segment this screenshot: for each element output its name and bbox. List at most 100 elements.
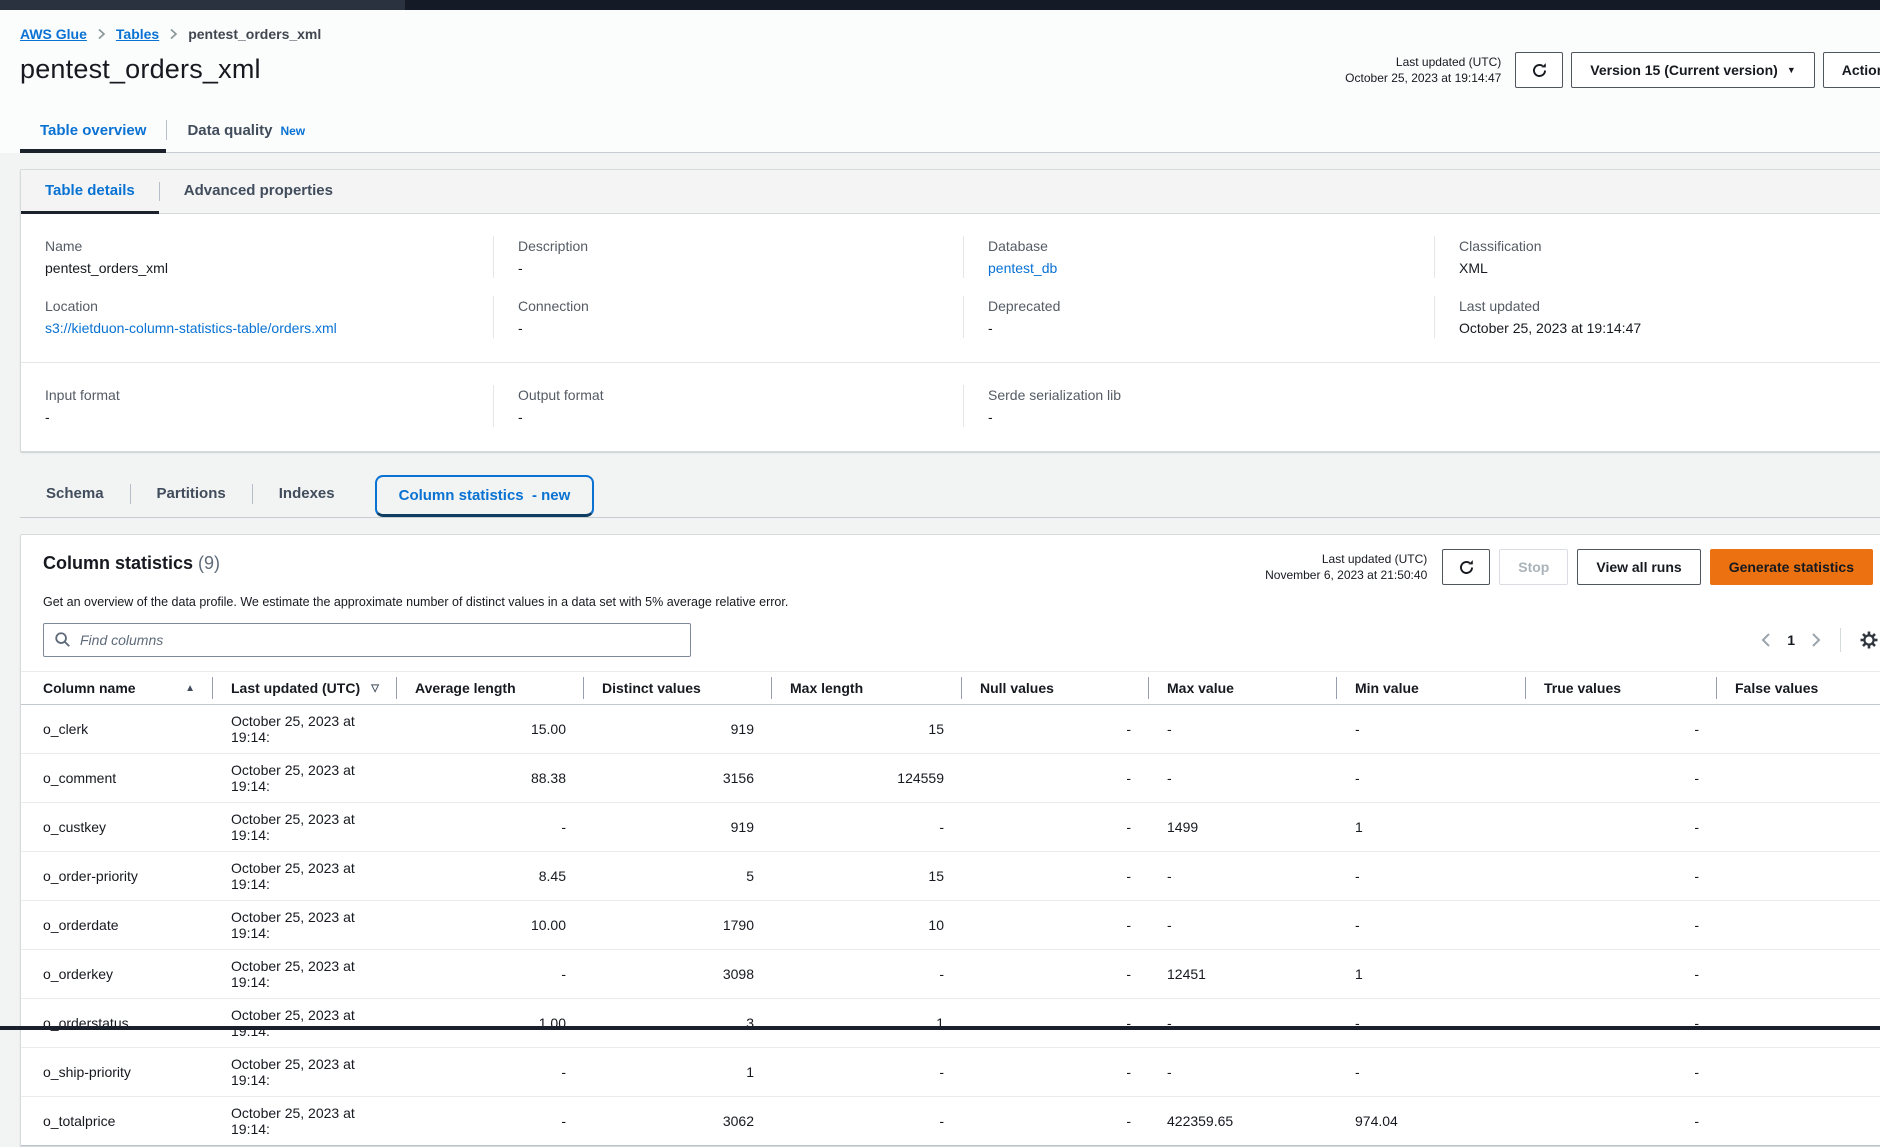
chevron-right-icon <box>97 28 106 40</box>
table-cell: - <box>1717 999 1880 1048</box>
table-cell: - <box>962 950 1149 999</box>
divider <box>21 362 1880 363</box>
tab-advanced-properties[interactable]: Advanced properties <box>160 170 357 213</box>
actions-dropdown[interactable]: Actions ▼ <box>1823 52 1880 88</box>
field-label: Input format <box>45 387 473 403</box>
search-input[interactable] <box>43 623 691 657</box>
column-header-null-values[interactable]: Null values <box>962 672 1149 705</box>
table-cell: - <box>1337 754 1526 803</box>
table-row: o_totalpriceOctober 25, 2023 at 19:14:-3… <box>21 1097 1880 1146</box>
tab-indexes[interactable]: Indexes <box>253 485 361 502</box>
stats-header: Column statistics (9) Last updated (UTC)… <box>21 553 1880 593</box>
table-cell: - <box>1337 999 1526 1048</box>
column-header-true-values[interactable]: True values <box>1526 672 1717 705</box>
tab-partitions[interactable]: Partitions <box>131 485 252 502</box>
table-cell: 124559 <box>772 754 962 803</box>
field-classification: Classification XML <box>1434 236 1880 278</box>
refresh-button[interactable] <box>1442 549 1490 585</box>
column-statistics-card: Column statistics (9) Last updated (UTC)… <box>20 534 1880 1147</box>
table-cell: - <box>1149 705 1337 754</box>
table-cell: - <box>397 950 584 999</box>
field-value: - <box>518 320 943 336</box>
column-header-false-values[interactable]: False values <box>1717 672 1880 705</box>
table-cell: 1790 <box>584 901 772 950</box>
column-header-max-value[interactable]: Max value <box>1149 672 1337 705</box>
field-location: Location s3://kietduon-column-statistics… <box>21 296 493 338</box>
tab-data-quality[interactable]: Data quality New <box>167 112 325 152</box>
table-cell: - <box>397 803 584 852</box>
stats-description: Get an overview of the data profile. We … <box>21 595 1880 609</box>
table-cell: 919 <box>584 705 772 754</box>
table-cell: 88.38 <box>397 754 584 803</box>
table-cell: - <box>1717 852 1880 901</box>
new-badge: New <box>280 124 305 138</box>
breadcrumb: AWS Glue Tables pentest_orders_xml <box>20 26 1880 42</box>
table-cell: October 25, 2023 at 19:14: <box>213 1048 397 1097</box>
column-header-average-length[interactable]: Average length <box>397 672 584 705</box>
field-value: pentest_orders_xml <box>45 260 473 276</box>
header-last-updated: Last updated (UTC) October 25, 2023 at 1… <box>1345 54 1501 86</box>
refresh-button[interactable] <box>1515 52 1563 88</box>
stop-button[interactable]: Stop <box>1499 549 1568 585</box>
table-cell: October 25, 2023 at 19:14: <box>213 754 397 803</box>
version-dropdown[interactable]: Version 15 (Current version) ▼ <box>1571 52 1814 88</box>
column-header-max-length[interactable]: Max length <box>772 672 962 705</box>
tab-table-overview[interactable]: Table overview <box>20 112 166 152</box>
previous-page-button[interactable] <box>1758 630 1773 650</box>
detail-row: Location s3://kietduon-column-statistics… <box>21 296 1880 338</box>
table-header-row: Column name ▲ Last updated (UTC) ▽ Avera… <box>21 672 1880 705</box>
field-empty <box>1434 385 1880 427</box>
cell-column-name: o_comment <box>21 754 213 803</box>
stats-count: (9) <box>198 553 220 573</box>
header-actions: Last updated (UTC) October 25, 2023 at 1… <box>1345 52 1880 88</box>
table-cell: - <box>1149 999 1337 1048</box>
table-cell: - <box>1149 901 1337 950</box>
generate-statistics-button[interactable]: Generate statistics <box>1710 549 1873 585</box>
detail-row: Name pentest_orders_xml Description - Da… <box>21 236 1880 278</box>
column-header-last-updated[interactable]: Last updated (UTC) ▽ <box>213 672 397 705</box>
column-header-min-value[interactable]: Min value <box>1337 672 1526 705</box>
database-link[interactable]: pentest_db <box>988 260 1057 276</box>
field-description: Description - <box>493 236 963 278</box>
cell-column-name: o_ship-priority <box>21 1048 213 1097</box>
breadcrumb-link-tables[interactable]: Tables <box>116 26 159 42</box>
section-tabs: Schema Partitions Indexes Column statist… <box>20 470 1880 518</box>
column-header-distinct-values[interactable]: Distinct values <box>584 672 772 705</box>
column-header-column-name[interactable]: Column name ▲ <box>21 672 213 705</box>
table-cell: - <box>1526 1048 1717 1097</box>
table-cell: - <box>397 1048 584 1097</box>
breadcrumb-link-aws-glue[interactable]: AWS Glue <box>20 26 87 42</box>
stats-last-updated: Last updated (UTC) November 6, 2023 at 2… <box>1265 551 1427 583</box>
table-cell: - <box>1149 852 1337 901</box>
page-title: pentest_orders_xml <box>20 54 261 85</box>
table-row: o_custkeyOctober 25, 2023 at 19:14:-919-… <box>21 803 1880 852</box>
content-area: Table details Advanced properties Name p… <box>0 169 1880 1147</box>
view-all-runs-button[interactable]: View all runs <box>1577 549 1700 585</box>
detail-row: Input format - Output format - Serde ser… <box>21 385 1880 427</box>
table-cell: 1.00 <box>397 999 584 1048</box>
current-page-number: 1 <box>1787 632 1795 648</box>
table-settings-button[interactable] <box>1857 628 1880 652</box>
divider <box>1840 628 1841 652</box>
s3-location-link[interactable]: s3://kietduon-column-statistics-table/or… <box>45 320 337 336</box>
table-row: o_orderdateOctober 25, 2023 at 19:14:10.… <box>21 901 1880 950</box>
last-updated-value: October 25, 2023 at 19:14:47 <box>1345 70 1501 86</box>
tab-column-statistics[interactable]: Column statistics - new <box>375 475 595 517</box>
stats-toolbar: 1 <box>21 609 1880 669</box>
table-cell: - <box>1337 1048 1526 1097</box>
tab-schema[interactable]: Schema <box>20 485 130 502</box>
table-cell: 3 <box>584 999 772 1048</box>
next-page-button[interactable] <box>1809 630 1824 650</box>
tab-table-details[interactable]: Table details <box>21 170 159 213</box>
pagination: 1 <box>1758 628 1880 652</box>
table-cell: - <box>962 1097 1149 1146</box>
field-database: Database pentest_db <box>963 236 1434 278</box>
table-cell: 10 <box>772 901 962 950</box>
gear-icon <box>1859 630 1879 650</box>
table-cell: - <box>962 901 1149 950</box>
stats-title: Column statistics (9) <box>43 553 220 574</box>
table-cell: - <box>962 999 1149 1048</box>
table-cell: - <box>1149 1048 1337 1097</box>
table-row: o_orderkeyOctober 25, 2023 at 19:14:-309… <box>21 950 1880 999</box>
table-cell: 1 <box>1337 950 1526 999</box>
